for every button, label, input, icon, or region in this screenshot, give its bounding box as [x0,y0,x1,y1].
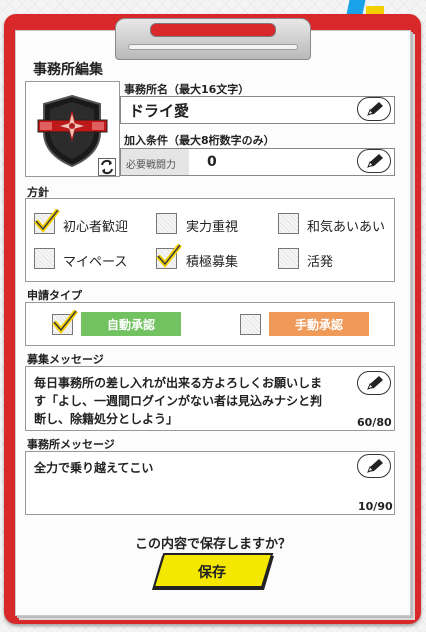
policy-checkbox-skill[interactable] [156,213,177,234]
office-name-label: 事務所名（最大16文字） [124,83,250,96]
swap-icon [101,159,113,175]
clipboard-clip-bar [128,44,298,50]
join-condition-label: 加入条件（最大8桁数字のみ） [124,134,275,147]
recruit-message-line-1: 毎日事務所の差し入れが出来る方よろしくお願いしま [34,376,323,390]
auto-approve-checkbox[interactable] [52,309,78,335]
policy-checkbox-active-recruit[interactable] [156,243,182,269]
recruit-message-line-3: 断し、除籍処分としよう」 [34,412,179,426]
clipboard-clip-hole [150,23,276,37]
application-type-label: 申請タイプ [27,289,82,302]
save-confirm-text: この内容で保存しますか？ [134,537,291,552]
checkmark-icon [52,309,78,334]
save-button-label: 保存 [198,565,226,581]
recruit-message-label: 募集メッセージ [27,353,104,366]
edit-recruit-message-button[interactable] [357,371,391,395]
office-name-value: ドライ愛 [129,102,190,120]
edit-join-condition-button[interactable] [357,149,391,173]
save-button[interactable]: 保存 [148,553,278,593]
recruit-message-line-2: す「よし、一週間ログインがない者は見込みナシと判 [34,394,323,408]
join-condition-field-label: 必要戦闘力 [126,160,176,171]
manual-approve-button[interactable]: 手動承認 [269,312,369,336]
checkmark-icon [156,243,182,268]
policy-option-mypace: マイペース [63,255,128,270]
policy-option-active-recruit: 積極募集 [186,255,239,270]
join-condition-field[interactable]: 必要戦闘力 0 [120,148,395,176]
policy-checkbox-beginner[interactable] [34,208,60,234]
policy-option-lively: 活発 [307,255,334,270]
page-title: 事務所編集 [33,62,103,78]
checkmark-icon [34,208,60,233]
policy-checkbox-mypace[interactable] [34,248,55,269]
office-message-label: 事務所メッセージ [27,438,115,451]
edit-office-name-button[interactable] [357,97,391,121]
manual-approve-checkbox[interactable] [240,314,261,335]
pencil-icon [367,102,383,116]
policy-option-beginner: 初心者歓迎 [63,220,129,235]
policy-option-skill: 実力重視 [186,220,239,235]
recruit-message-count: 60/80 [357,416,392,429]
pencil-icon [367,154,383,168]
policy-checkbox-lively[interactable] [278,248,299,269]
pencil-icon [367,459,383,473]
pencil-icon [367,376,383,390]
office-message-text: 全力で乗り越えてこい [34,461,154,475]
swap-emblem-button[interactable] [98,158,116,176]
join-condition-value: 0 [207,154,217,170]
auto-approve-button[interactable]: 自動承認 [81,312,181,336]
edit-office-message-button[interactable] [357,454,391,478]
policy-option-friendly: 和気あいあい [307,220,386,235]
policy-checkbox-friendly[interactable] [278,213,299,234]
office-name-field[interactable]: ドライ愛 [120,96,395,124]
office-message-count: 10/90 [358,500,393,513]
